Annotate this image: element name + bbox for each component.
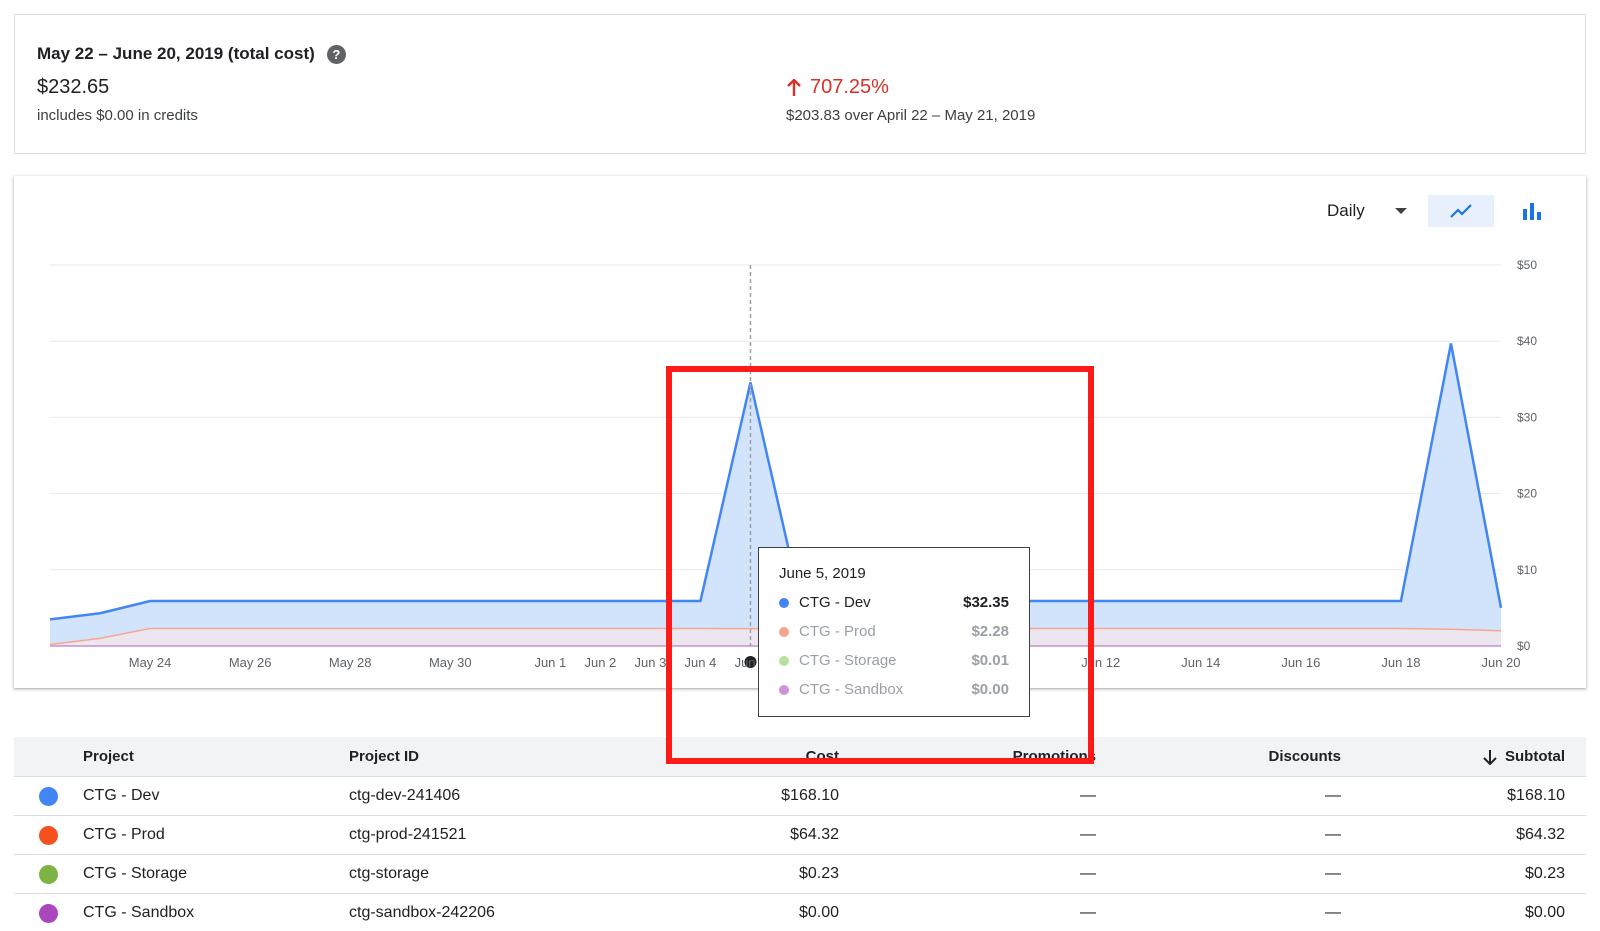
table-row[interactable]: CTG - Storage ctg-storage $0.23 — — $0.2… <box>14 855 1586 894</box>
header-subtotal[interactable]: Subtotal <box>1483 737 1565 776</box>
project-color-dot <box>39 777 58 815</box>
project-id: ctg-sandbox-242206 <box>349 904 495 921</box>
table-row[interactable]: CTG - Prod ctg-prod-241521 $64.32 — — $6… <box>14 816 1586 855</box>
project-color-dot <box>39 894 58 931</box>
bar-chart-toggle[interactable] <box>1512 195 1552 227</box>
table-row[interactable]: CTG - Dev ctg-dev-241406 $168.10 — — $16… <box>14 777 1586 816</box>
project-subtotal: $168.10 <box>1507 787 1565 804</box>
tooltip-row: CTG - Dev $32.35 <box>779 588 1009 617</box>
project-name: CTG - Sandbox <box>83 904 195 921</box>
total-cost: $232.65 <box>37 76 110 98</box>
project-id: ctg-storage <box>349 865 430 882</box>
tooltip-series-name: CTG - Prod <box>799 623 876 640</box>
cost-summary-card: May 22 – June 20, 2019 (total cost) ? $2… <box>14 14 1586 154</box>
project-promotions: — <box>1080 826 1096 843</box>
header-project[interactable]: Project <box>83 737 134 776</box>
cost-change: 707.25% <box>786 76 889 99</box>
project-discounts: — <box>1325 865 1341 882</box>
granularity-dropdown[interactable]: Daily <box>1327 201 1407 221</box>
project-name: CTG - Storage <box>83 865 188 882</box>
help-circle-icon[interactable]: ? <box>326 44 346 64</box>
summary-title: May 22 – June 20, 2019 (total cost) <box>37 44 315 63</box>
header-subtotal-label: Subtotal <box>1505 748 1565 765</box>
legend-dot <box>779 655 789 666</box>
tooltip-series-name: CTG - Storage <box>799 652 897 669</box>
table-row[interactable]: CTG - Sandbox ctg-sandbox-242206 $0.00 —… <box>14 894 1586 931</box>
project-subtotal: $64.32 <box>1516 826 1565 843</box>
project-name: CTG - Prod <box>83 826 165 843</box>
project-color-dot <box>39 855 58 893</box>
project-color-dot <box>39 816 58 854</box>
previous-period-note: $203.83 over April 22 – May 21, 2019 <box>786 107 1036 124</box>
caret-down-icon <box>1394 208 1407 214</box>
project-discounts: — <box>1325 904 1341 921</box>
project-id: ctg-prod-241521 <box>349 826 467 843</box>
tooltip-row: CTG - Storage $0.01 <box>779 646 1009 675</box>
tooltip-series-value: $32.35 <box>963 594 1009 611</box>
project-subtotal: $0.00 <box>1524 904 1565 921</box>
project-promotions: — <box>1080 787 1096 804</box>
credits-note: includes $0.00 in credits <box>37 107 198 124</box>
project-discounts: — <box>1325 826 1341 843</box>
tooltip-series-name: CTG - Sandbox <box>799 681 904 698</box>
line-chart-icon <box>1450 204 1472 218</box>
arrow-up-icon <box>787 78 801 96</box>
chart-tooltip: June 5, 2019 CTG - Dev $32.35 CTG - Prod… <box>758 547 1030 717</box>
table-header: Project Project ID Cost Promotions Disco… <box>14 737 1586 777</box>
project-cost: $0.00 <box>798 904 839 921</box>
header-discounts[interactable]: Discounts <box>1268 737 1341 776</box>
project-name: CTG - Dev <box>83 787 160 804</box>
project-discounts: — <box>1325 787 1341 804</box>
tooltip-date: June 5, 2019 <box>779 565 866 582</box>
project-id: ctg-dev-241406 <box>349 787 461 804</box>
tooltip-series-value: $0.00 <box>971 681 1009 698</box>
project-subtotal: $0.23 <box>1524 865 1565 882</box>
project-cost: $0.23 <box>798 865 839 882</box>
summary-title-row: May 22 – June 20, 2019 (total cost) ? <box>37 44 346 64</box>
granularity-label: Daily <box>1327 201 1365 220</box>
legend-dot <box>779 626 789 637</box>
tooltip-series-value: $2.28 <box>971 623 1009 640</box>
tooltip-row: CTG - Prod $2.28 <box>779 617 1009 646</box>
project-promotions: — <box>1080 904 1096 921</box>
tooltip-series-value: $0.01 <box>971 652 1009 669</box>
legend-dot <box>779 597 789 608</box>
project-promotions: — <box>1080 865 1096 882</box>
projects-table: Project Project ID Cost Promotions Disco… <box>14 737 1586 931</box>
legend-dot <box>779 684 789 695</box>
header-cost[interactable]: Cost <box>806 737 839 776</box>
tooltip-row: CTG - Sandbox $0.00 <box>779 675 1009 704</box>
header-project-id[interactable]: Project ID <box>349 737 419 776</box>
change-percentage: 707.25% <box>810 76 889 98</box>
line-chart-toggle[interactable] <box>1428 195 1494 227</box>
header-promotions[interactable]: Promotions <box>1013 737 1096 776</box>
arrow-down-icon <box>1483 749 1497 765</box>
tooltip-series-name: CTG - Dev <box>799 594 871 611</box>
project-cost: $168.10 <box>781 787 839 804</box>
bar-chart-icon <box>1523 203 1541 220</box>
project-cost: $64.32 <box>790 826 839 843</box>
